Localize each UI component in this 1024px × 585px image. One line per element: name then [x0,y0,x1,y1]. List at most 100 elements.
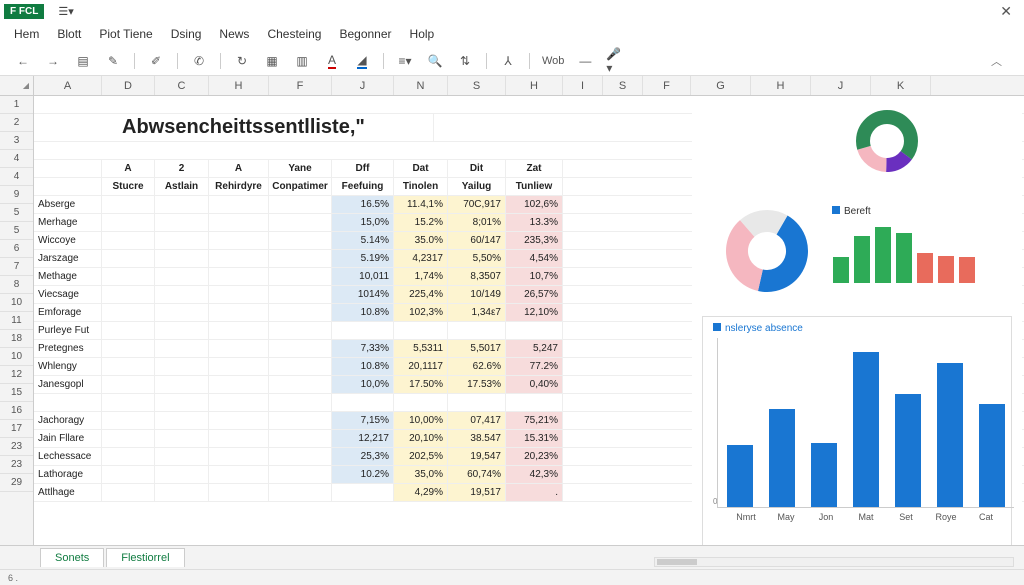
cell[interactable] [102,376,155,393]
menu-news[interactable]: News [219,27,249,41]
cell[interactable]: 10,7% [506,268,563,285]
cell[interactable]: 5,5017 [448,340,506,357]
layout-icon[interactable]: ▥ [293,52,311,70]
cell[interactable]: 5.19% [332,250,394,267]
cell[interactable]: 8,3507 [448,268,506,285]
cell[interactable]: 20,23% [506,448,563,465]
cell[interactable]: Purleye Fut [34,322,102,339]
row-header[interactable]: 1 [0,96,33,114]
cell[interactable] [155,322,209,339]
cell[interactable]: Attlhage [34,484,102,501]
cell[interactable]: 60/147 [448,232,506,249]
cell[interactable]: 70C,917 [448,196,506,213]
cell[interactable] [269,412,332,429]
cell[interactable] [155,196,209,213]
cell[interactable]: Abserge [34,196,102,213]
cell[interactable] [102,268,155,285]
cell[interactable]: 5.14% [332,232,394,249]
cell[interactable]: 4,54% [506,250,563,267]
col-header[interactable]: F [643,76,691,95]
cell[interactable]: Dff [332,160,394,177]
cell[interactable]: 10,0% [332,376,394,393]
cell[interactable]: Yane [269,160,332,177]
col-header[interactable]: H [506,76,563,95]
cell[interactable] [269,322,332,339]
cell[interactable]: 235,3% [506,232,563,249]
cell[interactable]: A [102,160,155,177]
cell[interactable]: 13.3% [506,214,563,231]
cell[interactable] [209,466,269,483]
cell[interactable] [394,394,448,411]
cell[interactable] [102,430,155,447]
cell[interactable]: 12,10% [506,304,563,321]
cell[interactable]: Tunliew [506,178,563,195]
col-header[interactable]: H [209,76,269,95]
cell[interactable]: 38.547 [448,430,506,447]
align-icon[interactable]: ☰▾ [58,5,73,18]
cell[interactable]: Methage [34,268,102,285]
cell[interactable]: 5,5311 [394,340,448,357]
cell[interactable]: Dit [448,160,506,177]
sheet-tab[interactable]: Sonets [40,548,104,567]
row-header[interactable]: 15 [0,384,33,402]
cell[interactable] [209,340,269,357]
cell[interactable] [209,412,269,429]
cell[interactable]: 10,011 [332,268,394,285]
cell[interactable]: Whlengy [34,358,102,375]
cell[interactable]: 15.2% [394,214,448,231]
cell[interactable]: Stucre [102,178,155,195]
row-header[interactable]: 23 [0,438,33,456]
cell[interactable] [102,196,155,213]
menu-blott[interactable]: Blott [57,27,81,41]
back-icon[interactable]: ← [14,52,32,70]
cell[interactable] [269,484,332,501]
cell[interactable] [102,394,155,411]
cell[interactable] [209,376,269,393]
cell[interactable] [269,466,332,483]
donut-chart-2[interactable] [722,206,812,296]
cell[interactable] [332,322,394,339]
cell[interactable] [34,160,102,177]
cell[interactable]: 20,10% [394,430,448,447]
cell[interactable]: A [209,160,269,177]
cell[interactable]: 16.5% [332,196,394,213]
row-header[interactable]: 10 [0,348,33,366]
forward-icon[interactable]: → [44,52,62,70]
cell[interactable] [155,466,209,483]
cell[interactable] [269,268,332,285]
cell[interactable]: Jachoragy [34,412,102,429]
cell[interactable]: 15,0% [332,214,394,231]
cell[interactable]: Wiccoye [34,232,102,249]
cell[interactable]: 1014% [332,286,394,303]
minus-icon[interactable]: — [576,52,594,70]
cell[interactable] [209,394,269,411]
align-menu-icon[interactable]: ≡▾ [396,52,414,70]
cell[interactable]: 12,217 [332,430,394,447]
cell[interactable]: Lechessace [34,448,102,465]
cell[interactable]: . [506,484,563,501]
cell[interactable]: Zat [506,160,563,177]
cell[interactable]: 17.53% [448,376,506,393]
cell[interactable]: Lathorage [34,466,102,483]
donut-chart-1[interactable] [852,106,922,176]
cell[interactable]: 17.50% [394,376,448,393]
large-bar-chart[interactable]: nsleryse absence 0 NmrtMayJonMatSetRoyeC… [702,316,1012,546]
collapse-ribbon-icon[interactable]: ︿ [991,53,1002,69]
menu-chesteing[interactable]: Chesteing [267,27,321,41]
menu-holp[interactable]: Holp [410,27,435,41]
cell[interactable]: Yailug [448,178,506,195]
close-icon[interactable]: ✕ [1000,3,1012,20]
cell[interactable]: 62.6% [448,358,506,375]
cell[interactable] [155,484,209,501]
cell[interactable]: 19,517 [448,484,506,501]
cell[interactable] [155,232,209,249]
cell[interactable]: 10.2% [332,466,394,483]
row-header[interactable]: 5 [0,204,33,222]
cell[interactable]: Tinolen [394,178,448,195]
cell[interactable] [269,358,332,375]
cell[interactable] [102,340,155,357]
cell[interactable] [209,196,269,213]
cell[interactable]: 77.2% [506,358,563,375]
cell[interactable]: 102,6% [506,196,563,213]
col-header[interactable]: A [34,76,102,95]
